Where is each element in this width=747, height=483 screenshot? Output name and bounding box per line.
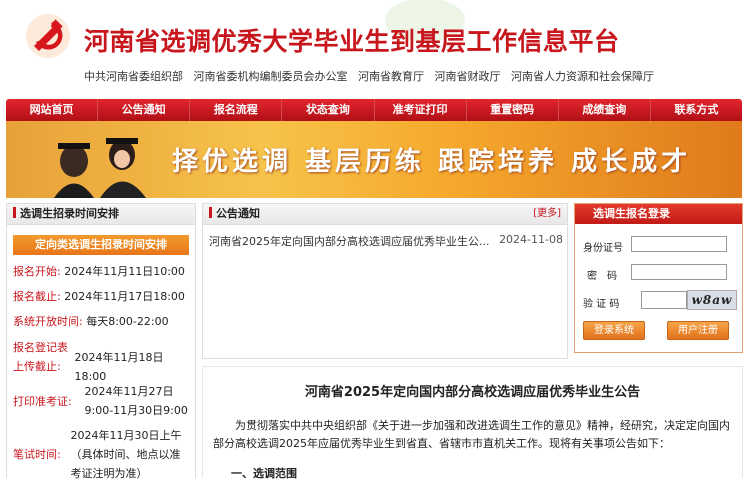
main-nav: 网站首页 公告通知 报名流程 状态查询 准考证打印 重置密码 成绩查询 联系方式 [6, 99, 742, 121]
hero-banner: 择优选调 基层历练 跟踪培养 成长成才 [6, 121, 742, 198]
schedule-label: 报名截止: [13, 290, 61, 303]
announcement-article: 河南省2025年定向国内部分高校选调应届优秀毕业生公告 为贯彻落实中共中央组织部… [202, 366, 743, 480]
schedule-value: 2024年11月18日18:00 [74, 351, 164, 383]
nav-admit-card[interactable]: 准考证打印 [375, 99, 467, 121]
notice-item-title[interactable]: 河南省2025年定向国内部分高校选调应届优秀毕业生公... [209, 233, 489, 249]
id-label: 身份证号 [583, 243, 623, 254]
id-number-input[interactable] [631, 236, 727, 252]
graduates-illustration [54, 138, 146, 198]
captcha-row: 验 证 码 w8aw [583, 290, 737, 310]
login-panel-title: 选调生报名登录 [575, 204, 742, 224]
password-input[interactable] [631, 264, 727, 280]
nav-status[interactable]: 状态查询 [282, 99, 375, 121]
nav-scores[interactable]: 成绩查询 [559, 99, 651, 121]
article-body: 为贯彻落实中共中央组织部《关于进一步加强和改进选调生工作的意见》精神，经研究，决… [213, 419, 730, 450]
notice-panel-title: 公告通知 [更多] [203, 204, 567, 225]
schedule-label: 报名开始: [13, 265, 61, 278]
site-header: 河南省选调优秀大学毕业生到基层工作信息平台 中共河南省委组织部 河南省委机构编制… [0, 0, 747, 98]
nav-process[interactable]: 报名流程 [190, 99, 283, 121]
org-item: 河南省财政厅 [434, 70, 501, 83]
schedule-title-text: 选调生招录时间安排 [20, 207, 119, 220]
schedule-row: 报名截止: 2024年11月17日18:00 [13, 287, 185, 306]
password-label: 密 码 [587, 271, 617, 282]
org-item: 河南省教育厅 [358, 70, 424, 83]
nav-notices[interactable]: 公告通知 [98, 99, 191, 121]
banner-slogan: 择优选调 基层历练 跟踪培养 成长成才 [172, 147, 692, 177]
schedule-value: 2024年11月11日10:00 [64, 265, 185, 278]
schedule-value: 2024年11月30日上午（具体时间、地点以准考证注明为准） [70, 429, 182, 480]
schedule-panel-title: 选调生招录时间安排 [7, 204, 195, 225]
id-row: 身份证号 [583, 236, 727, 254]
notice-item[interactable]: 河南省2025年定向国内部分高校选调应届优秀毕业生公... 2024-11-08 [203, 225, 567, 249]
title-bar-icon [13, 207, 16, 218]
login-button[interactable]: 登录系统 [583, 321, 645, 340]
title-bar-icon [209, 207, 212, 218]
schedule-label: 系统开放时间: [13, 315, 83, 328]
schedule-value: 2024年11月17日18:00 [64, 290, 185, 303]
notice-title-text: 公告通知 [216, 207, 260, 220]
org-item: 河南省委机构编制委员会办公室 [193, 70, 348, 83]
captcha-label: 验 证 码 [583, 299, 620, 310]
org-item: 中共河南省委组织部 [84, 70, 183, 83]
notice-item-date: 2024-11-08 [499, 233, 563, 246]
captcha-image[interactable]: w8aw [687, 290, 737, 310]
password-row: 密 码 [583, 264, 727, 282]
notice-panel: 公告通知 [更多] 河南省2025年定向国内部分高校选调应届优秀毕业生公... … [202, 203, 568, 359]
nav-contact[interactable]: 联系方式 [651, 99, 742, 121]
article-section-heading: 一、选调范围 [231, 467, 297, 480]
schedule-row: 报名开始: 2024年11月11日10:00 [13, 262, 185, 281]
schedule-panel: 选调生招录时间安排 定向类选调生招录时间安排 报名开始: 2024年11月11日… [6, 203, 196, 480]
login-panel: 选调生报名登录 身份证号 密 码 验 证 码 w8aw 登录系统 用户注册 [574, 203, 743, 353]
more-link[interactable]: [更多] [533, 204, 561, 224]
schedule-row: 笔试时间: 2024年11月30日上午（具体时间、地点以准考证注明为准） [13, 426, 189, 483]
schedule-label: 打印准考证: [13, 395, 72, 408]
schedule-value: 2024年11月27日9:00-11月30日9:00 [84, 385, 188, 417]
nav-reset-password[interactable]: 重置密码 [467, 99, 559, 121]
captcha-input[interactable] [641, 291, 687, 309]
schedule-row: 系统开放时间: 每天8:00-22:00 [13, 312, 169, 331]
party-emblem-icon [26, 14, 70, 58]
schedule-row: 打印准考证: 2024年11月27日9:00-11月30日9:00 [13, 382, 189, 420]
site-title: 河南省选调优秀大学毕业生到基层工作信息平台 [84, 27, 620, 56]
schedule-tab[interactable]: 定向类选调生招录时间安排 [13, 235, 189, 255]
schedule-value: 每天8:00-22:00 [86, 315, 169, 328]
article-title: 河南省2025年定向国内部分高校选调应届优秀毕业生公告 [304, 385, 641, 400]
register-button[interactable]: 用户注册 [667, 321, 729, 340]
org-item: 河南省人力资源和社会保障厅 [511, 70, 654, 83]
schedule-label: 报名登记表上传截止: [13, 341, 68, 373]
org-list: 中共河南省委组织部 河南省委机构编制委员会办公室 河南省教育厅 河南省财政厅 河… [84, 68, 661, 84]
nav-home[interactable]: 网站首页 [6, 99, 99, 121]
schedule-row: 报名登记表上传截止: 2024年11月18日18:00 [13, 338, 189, 386]
schedule-label: 笔试时间: [13, 448, 61, 461]
